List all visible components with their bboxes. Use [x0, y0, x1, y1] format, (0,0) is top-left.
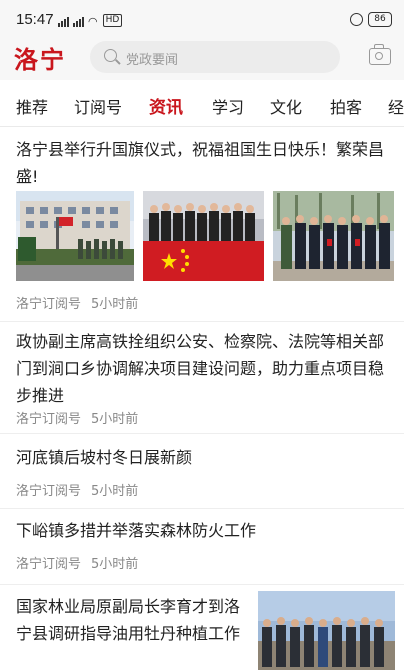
hd-badge: HD — [102, 14, 123, 27]
news-title: 国家林业局原副局长李育才到洛宁县调研指导油用牡丹种植工作 — [16, 597, 241, 643]
news-title: 政协副主席高铁拴组织公安、检察院、法院等相关部门到涧口乡协调解决项目建设问题，助… — [16, 332, 385, 405]
app-header: 洛宁 党政要闻 — [0, 38, 404, 80]
search-bar[interactable]: 党政要闻 — [90, 41, 340, 73]
news-image — [258, 591, 395, 670]
battery-indicator: 86 — [368, 12, 392, 27]
news-time: 5小时前 — [91, 297, 139, 312]
news-source: 洛宁订阅号 — [16, 484, 82, 499]
news-time: 5小时前 — [91, 484, 139, 499]
channel-tabs: 推荐 订阅号 资讯 学习 文化 拍客 经 — [0, 82, 404, 127]
news-source: 洛宁订阅号 — [16, 297, 82, 312]
app-logo: 洛宁 — [14, 45, 66, 74]
news-time: 5小时前 — [91, 412, 139, 427]
news-title: 洛宁县举行升国旗仪式，祝福祖国生日快乐！繁荣昌盛! — [16, 140, 385, 186]
wifi-icon: ◠ — [88, 15, 98, 28]
signal-icon — [58, 17, 69, 27]
tab-culture[interactable]: 文化 — [270, 94, 302, 118]
camera-icon[interactable] — [369, 44, 391, 65]
search-icon — [104, 49, 117, 62]
tab-news[interactable]: 资讯 — [149, 93, 183, 118]
news-item[interactable]: 河底镇后坡村冬日展新颜 洛宁订阅号 5小时前 — [0, 434, 404, 509]
tab-recommend[interactable]: 推荐 — [16, 94, 48, 118]
signal-icon — [73, 17, 84, 27]
news-item[interactable]: 洛宁县举行升国旗仪式，祝福祖国生日快乐！繁荣昌盛! 洛宁订阅号 5小时前 — [0, 127, 404, 322]
tab-economy[interactable]: 经 — [388, 94, 404, 118]
news-title: 下峪镇多措并举落实森林防火工作 — [16, 521, 257, 540]
signal-icons: ◠ HD — [58, 14, 123, 28]
news-source: 洛宁订阅号 — [16, 557, 82, 572]
news-title: 河底镇后坡村冬日展新颜 — [16, 448, 193, 467]
news-item[interactable]: 政协副主席高铁拴组织公安、检察院、法院等相关部门到涧口乡协调解决项目建设问题，助… — [0, 322, 404, 434]
tab-subscriptions[interactable]: 订阅号 — [74, 94, 122, 118]
news-meta: 洛宁订阅号 5小时前 — [16, 293, 138, 312]
tab-photographers[interactable]: 拍客 — [330, 94, 362, 118]
news-meta: 洛宁订阅号 5小时前 — [16, 480, 138, 499]
tab-study[interactable]: 学习 — [212, 94, 244, 118]
news-item[interactable]: 下峪镇多措并举落实森林防火工作 洛宁订阅号 5小时前 — [0, 509, 404, 585]
search-placeholder: 党政要闻 — [126, 53, 179, 68]
news-meta: 洛宁订阅号 5小时前 — [16, 553, 138, 572]
alarm-icon — [350, 13, 363, 26]
news-item[interactable]: 国家林业局原副局长李育才到洛宁县调研指导油用牡丹种植工作 — [0, 585, 404, 670]
news-meta: 洛宁订阅号 5小时前 — [16, 408, 138, 427]
status-bar: 15:47 ◠ HD 86 — [0, 0, 404, 38]
news-source: 洛宁订阅号 — [16, 412, 82, 427]
status-time: 15:47 — [16, 11, 54, 28]
news-image — [273, 191, 394, 281]
news-time: 5小时前 — [91, 557, 139, 572]
news-image — [143, 191, 264, 281]
news-image — [16, 191, 134, 281]
